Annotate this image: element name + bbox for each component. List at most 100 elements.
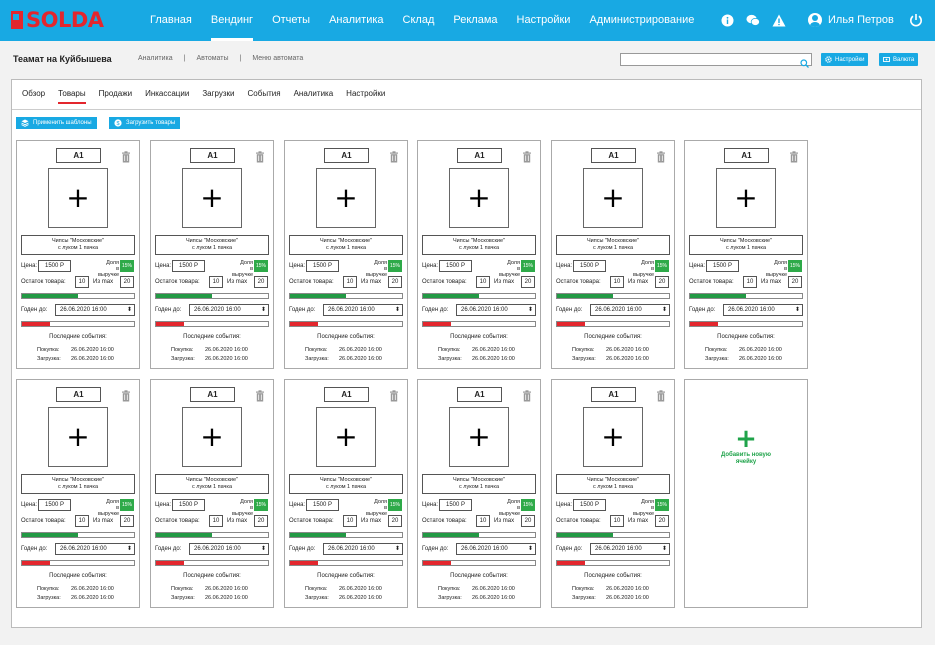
expiry-select[interactable]: 26.06.2020 16:00 <box>323 543 403 555</box>
slot-label[interactable]: A1 <box>591 148 636 163</box>
slot-label[interactable]: A1 <box>56 387 101 402</box>
trash-icon[interactable] <box>121 150 131 163</box>
price-input[interactable]: 1500 Р <box>306 260 339 272</box>
max-input[interactable]: 20 <box>120 515 134 527</box>
stock-input[interactable]: 10 <box>476 276 490 288</box>
expiry-select[interactable]: 26.06.2020 16:00 <box>189 304 269 316</box>
tab-events[interactable]: События <box>248 89 281 98</box>
trash-icon[interactable] <box>389 150 399 163</box>
price-input[interactable]: 1500 Р <box>172 260 205 272</box>
product-name[interactable]: Чипсы "Московские" с луком 1 пачка <box>556 235 670 255</box>
price-input[interactable]: 1500 Р <box>439 499 472 511</box>
stock-input[interactable]: 10 <box>209 276 223 288</box>
tab-analytics[interactable]: Аналитика <box>294 89 334 98</box>
logo[interactable]: SOLDA <box>11 8 104 32</box>
expiry-select[interactable]: 26.06.2020 16:00 <box>55 543 135 555</box>
nav-home[interactable]: Главная <box>150 0 192 41</box>
product-photo-placeholder[interactable]: + <box>48 168 108 228</box>
max-input[interactable]: 20 <box>521 515 535 527</box>
stock-input[interactable]: 10 <box>476 515 490 527</box>
settings-button[interactable]: Настройки <box>821 53 869 66</box>
currency-button[interactable]: Валюта <box>879 53 919 66</box>
product-name[interactable]: Чипсы "Московские" с луком 1 пачка <box>556 474 670 494</box>
expiry-select[interactable]: 26.06.2020 16:00 <box>590 304 670 316</box>
max-input[interactable]: 20 <box>120 276 134 288</box>
load-goods-button[interactable]: $ Загрузить товары <box>109 117 181 129</box>
price-input[interactable]: 1500 Р <box>38 260 71 272</box>
tab-settings[interactable]: Настройки <box>346 89 385 98</box>
expiry-select[interactable]: 26.06.2020 16:00 <box>456 543 536 555</box>
product-name[interactable]: Чипсы "Московские" с луком 1 пачка <box>21 474 135 494</box>
product-name[interactable]: Чипсы "Московские" с луком 1 пачка <box>289 235 403 255</box>
stock-input[interactable]: 10 <box>610 276 624 288</box>
alert-icon[interactable] <box>772 13 786 27</box>
product-photo-placeholder[interactable]: + <box>182 168 242 228</box>
price-input[interactable]: 1500 Р <box>306 499 339 511</box>
expiry-select[interactable]: 26.06.2020 16:00 <box>323 304 403 316</box>
chat-icon[interactable] <box>746 13 760 27</box>
product-name[interactable]: Чипсы "Московские" с луком 1 пачка <box>689 235 803 255</box>
nav-warehouse[interactable]: Склад <box>403 0 435 41</box>
price-input[interactable]: 1500 Р <box>439 260 472 272</box>
slot-label[interactable]: A1 <box>324 148 369 163</box>
price-input[interactable]: 1500 Р <box>573 499 606 511</box>
user-menu[interactable]: Илья Петров <box>808 13 894 27</box>
stock-input[interactable]: 10 <box>75 515 89 527</box>
product-photo-placeholder[interactable]: + <box>449 168 509 228</box>
breadcrumb-analytics[interactable]: Аналитика <box>138 55 173 62</box>
search-input[interactable] <box>620 53 812 68</box>
trash-icon[interactable] <box>389 389 399 402</box>
trash-icon[interactable] <box>522 150 532 163</box>
trash-icon[interactable] <box>789 150 799 163</box>
product-name[interactable]: Чипсы "Московские" с луком 1 пачка <box>155 235 269 255</box>
power-icon[interactable] <box>909 13 923 27</box>
product-name[interactable]: Чипсы "Московские" с луком 1 пачка <box>422 474 536 494</box>
slot-label[interactable]: A1 <box>190 148 235 163</box>
nav-admin[interactable]: Администрирование <box>589 0 694 41</box>
trash-icon[interactable] <box>656 389 666 402</box>
slot-label[interactable]: A1 <box>457 387 502 402</box>
tab-sales[interactable]: Продажи <box>99 89 132 98</box>
expiry-select[interactable]: 26.06.2020 16:00 <box>590 543 670 555</box>
trash-icon[interactable] <box>255 389 265 402</box>
tab-goods[interactable]: Товары <box>58 89 86 104</box>
expiry-select[interactable]: 26.06.2020 16:00 <box>55 304 135 316</box>
trash-icon[interactable] <box>522 389 532 402</box>
max-input[interactable]: 20 <box>521 276 535 288</box>
slot-label[interactable]: A1 <box>591 387 636 402</box>
product-photo-placeholder[interactable]: + <box>583 407 643 467</box>
trash-icon[interactable] <box>121 389 131 402</box>
stock-input[interactable]: 10 <box>343 515 357 527</box>
info-icon[interactable] <box>720 13 734 27</box>
stock-input[interactable]: 10 <box>75 276 89 288</box>
price-input[interactable]: 1500 Р <box>172 499 205 511</box>
max-input[interactable]: 20 <box>655 515 669 527</box>
product-photo-placeholder[interactable]: + <box>449 407 509 467</box>
expiry-select[interactable]: 26.06.2020 16:00 <box>456 304 536 316</box>
product-name[interactable]: Чипсы "Московские" с луком 1 пачка <box>21 235 135 255</box>
max-input[interactable]: 20 <box>254 276 268 288</box>
slot-label[interactable]: A1 <box>56 148 101 163</box>
product-photo-placeholder[interactable]: + <box>583 168 643 228</box>
add-cell-card[interactable]: + Добавить новую ячейку <box>684 379 808 608</box>
stock-input[interactable]: 10 <box>343 276 357 288</box>
product-photo-placeholder[interactable]: + <box>716 168 776 228</box>
max-input[interactable]: 20 <box>788 276 802 288</box>
breadcrumb-menu[interactable]: Меню автомата <box>252 55 303 62</box>
tab-overview[interactable]: Обзор <box>22 89 45 98</box>
product-photo-placeholder[interactable]: + <box>48 407 108 467</box>
product-photo-placeholder[interactable]: + <box>316 407 376 467</box>
search-icon[interactable] <box>800 55 809 68</box>
trash-icon[interactable] <box>255 150 265 163</box>
product-name[interactable]: Чипсы "Московские" с луком 1 пачка <box>422 235 536 255</box>
max-input[interactable]: 20 <box>254 515 268 527</box>
max-input[interactable]: 20 <box>388 276 402 288</box>
nav-settings[interactable]: Настройки <box>517 0 571 41</box>
tab-loads[interactable]: Загрузки <box>202 89 234 98</box>
stock-input[interactable]: 10 <box>209 515 223 527</box>
max-input[interactable]: 20 <box>388 515 402 527</box>
stock-input[interactable]: 10 <box>743 276 757 288</box>
price-input[interactable]: 1500 Р <box>38 499 71 511</box>
product-name[interactable]: Чипсы "Московские" с луком 1 пачка <box>289 474 403 494</box>
breadcrumb-machines[interactable]: Автоматы <box>196 55 228 62</box>
